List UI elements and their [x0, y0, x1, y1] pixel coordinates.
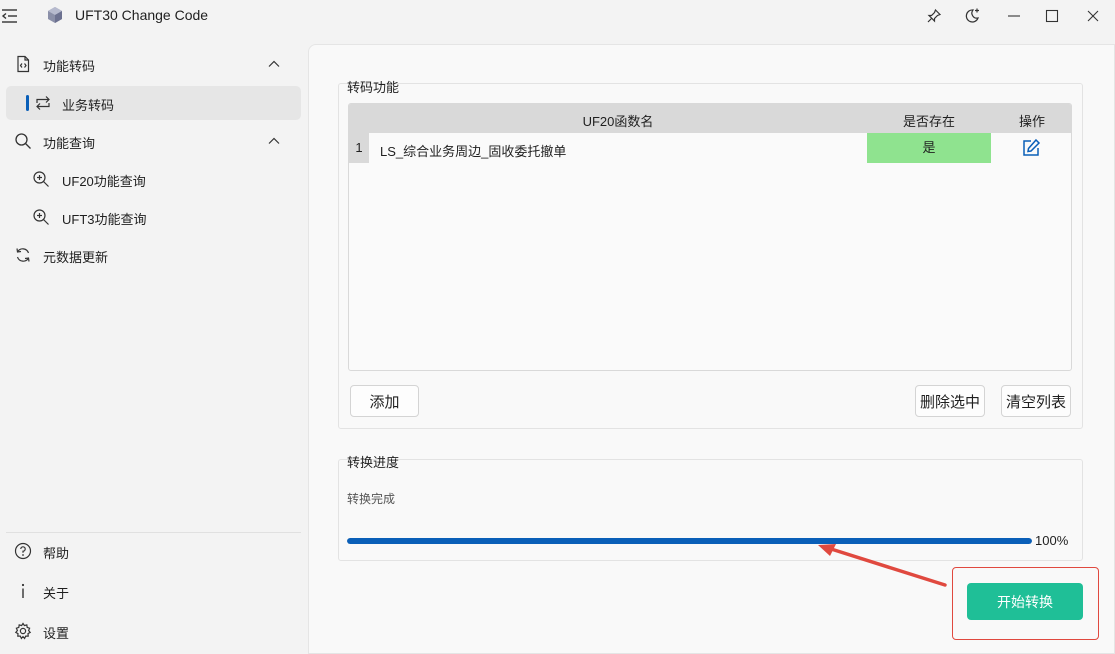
sidebar-divider — [6, 532, 301, 533]
chevron-up-icon[interactable] — [266, 133, 282, 149]
sidebar-item-label: 业务转码 — [62, 98, 115, 113]
sidebar-item-label: 帮助 — [43, 546, 70, 561]
selection-indicator — [26, 95, 29, 111]
sidebar-item-about[interactable]: 关于 — [6, 574, 301, 608]
row-number: 1 — [349, 133, 369, 163]
theme-toggle-icon[interactable] — [952, 0, 992, 32]
table-header: UF20函数名 是否存在 操作 — [349, 104, 1071, 133]
column-header-function-name[interactable]: UF20函数名 — [369, 111, 867, 130]
sidebar-item-label: 元数据更新 — [43, 250, 109, 265]
transcode-group-title: 转码功能 — [347, 80, 400, 95]
app-logo-icon — [46, 6, 64, 24]
edit-icon[interactable] — [1021, 138, 1041, 158]
progress-group-title: 转换进度 — [347, 455, 400, 470]
add-button[interactable]: 添加 — [350, 385, 419, 417]
start-convert-button[interactable]: 开始转换 — [967, 583, 1083, 620]
maximize-icon[interactable] — [1032, 0, 1072, 32]
close-icon[interactable] — [1073, 0, 1113, 32]
sidebar-item-uf20-query[interactable]: UF20功能查询 — [6, 162, 301, 196]
sidebar: 功能转码 业务转码 功能查询 UF20功能查询 UFT3功能查询 元数据更新 帮… — [0, 44, 305, 654]
sidebar-group-label: 功能转码 — [43, 59, 96, 74]
progress-status: 转换完成 — [347, 492, 396, 506]
chevron-up-icon[interactable] — [266, 56, 282, 72]
column-header-action[interactable]: 操作 — [991, 111, 1071, 130]
sidebar-item-help[interactable]: 帮助 — [6, 534, 301, 568]
delete-selected-button[interactable]: 删除选中 — [915, 385, 985, 417]
zoom-in-icon — [32, 208, 50, 226]
sidebar-item-metadata-update[interactable]: 元数据更新 — [6, 238, 301, 272]
sidebar-item-label: 关于 — [43, 586, 70, 601]
swap-arrows-icon — [34, 94, 52, 112]
annotation-arrow — [818, 544, 947, 587]
sync-icon — [14, 246, 32, 264]
function-table: UF20函数名 是否存在 操作 1 LS_综合业务周边_固收委托撤单 是 — [348, 103, 1072, 371]
minimize-icon[interactable] — [994, 0, 1034, 32]
sidebar-group-label: 功能查询 — [43, 136, 96, 151]
sidebar-group-transcode[interactable]: 功能转码 — [6, 47, 301, 81]
function-name-cell[interactable]: LS_综合业务周边_固收委托撤单 — [380, 141, 566, 160]
info-icon — [14, 582, 32, 600]
sidebar-item-settings[interactable]: 设置 — [6, 614, 301, 648]
zoom-in-icon — [32, 170, 50, 188]
sidebar-item-label: 设置 — [43, 626, 70, 641]
help-icon — [14, 542, 32, 560]
code-file-icon — [14, 55, 32, 73]
sidebar-item-label: UF20功能查询 — [62, 174, 146, 189]
sidebar-item-business-transcode[interactable]: 业务转码 — [6, 86, 301, 120]
gear-icon — [14, 622, 32, 640]
sidebar-item-uft3-query[interactable]: UFT3功能查询 — [6, 200, 301, 234]
title-bar: UFT30 Change Code — [0, 0, 1115, 32]
pin-icon[interactable] — [914, 0, 954, 32]
progress-percent: 100% — [1035, 533, 1069, 548]
clear-list-button[interactable]: 清空列表 — [1001, 385, 1071, 417]
sidebar-item-label: UFT3功能查询 — [62, 212, 147, 227]
exists-status-cell: 是 — [867, 133, 991, 163]
progress-group — [338, 459, 1083, 561]
column-header-exists[interactable]: 是否存在 — [867, 111, 991, 130]
sidebar-group-query[interactable]: 功能查询 — [6, 124, 301, 158]
window-title: UFT30 Change Code — [75, 7, 209, 23]
collapse-menu-icon[interactable] — [0, 6, 20, 26]
table-row[interactable]: 1 LS_综合业务周边_固收委托撤单 是 — [349, 133, 1071, 163]
search-icon — [14, 132, 32, 150]
